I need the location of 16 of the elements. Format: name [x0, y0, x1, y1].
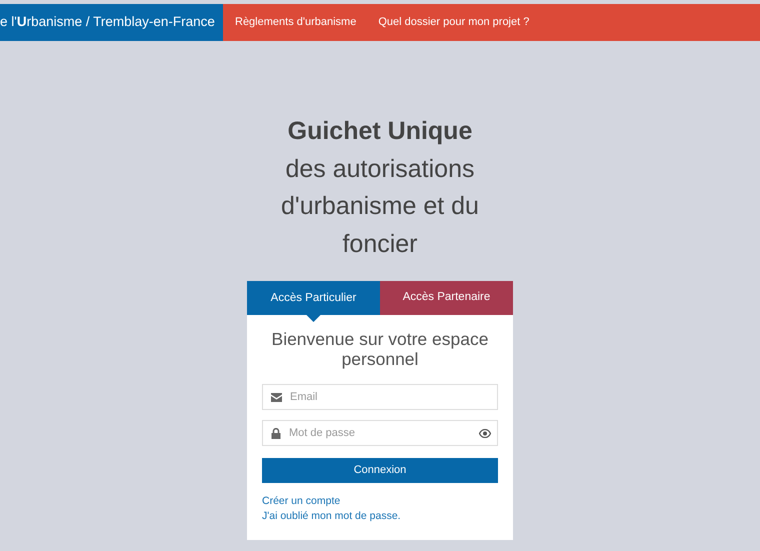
- page-title: Guichet Unique: [286, 116, 474, 147]
- email-field[interactable]: Email: [262, 384, 498, 410]
- access-tab[interactable]: Accès Particulier: [247, 281, 380, 322]
- password-field[interactable]: Mot de passe: [262, 420, 498, 446]
- welcome-heading: Bienvenue sur votre espace personnel: [270, 329, 490, 369]
- envelope-icon: [271, 392, 282, 402]
- nav-link[interactable]: Règlements d'urbanisme: [224, 4, 368, 41]
- login-button[interactable]: Connexion: [262, 458, 498, 483]
- lock-icon: [271, 428, 281, 438]
- nav-link[interactable]: Quel dossier pour mon projet ?: [367, 4, 540, 41]
- account-link[interactable]: Créer un compte: [262, 494, 340, 509]
- brand-link[interactable]: e l'Urbanisme / Tremblay-en-France: [0, 4, 223, 41]
- account-link[interactable]: J'ai oublié mon mot de passe.: [262, 509, 401, 524]
- page-subtitle: des autorisations d'urbanisme et du foncier: [280, 154, 480, 260]
- access-tab[interactable]: Accès Partenaire: [380, 281, 513, 315]
- eye-icon[interactable]: [479, 428, 491, 438]
